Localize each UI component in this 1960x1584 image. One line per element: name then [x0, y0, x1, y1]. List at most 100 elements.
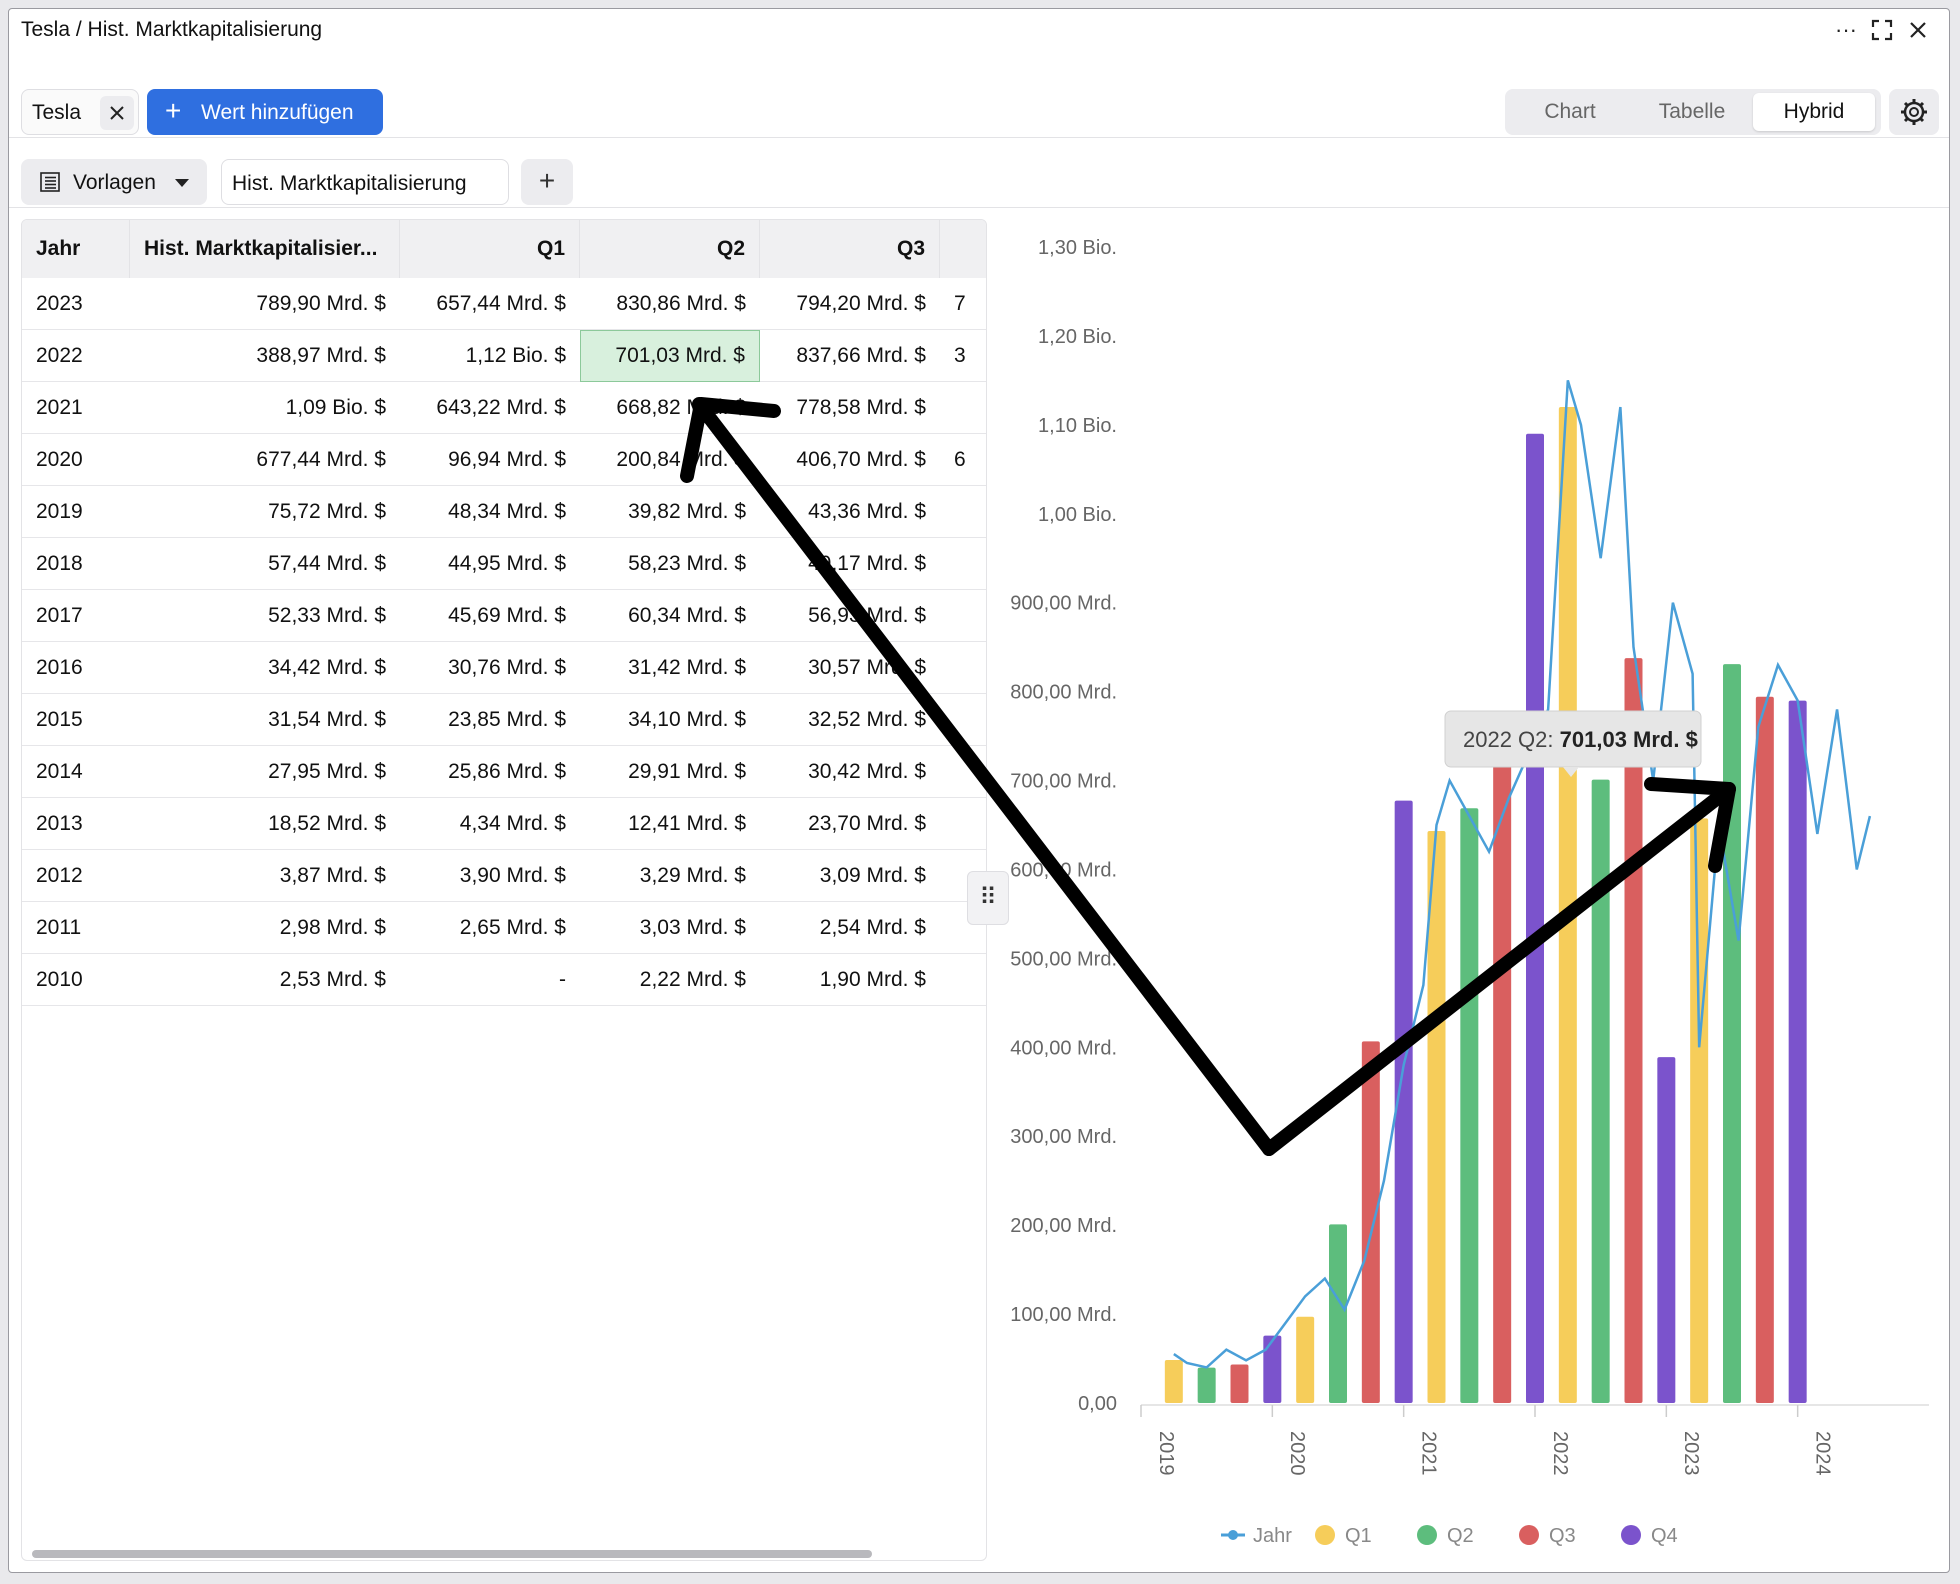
table-row[interactable]: 2014 27,95 Mrd. $25,86 Mrd. $29,91 Mrd. $… — [22, 746, 986, 798]
table-row[interactable]: 2012 3,87 Mrd. $3,90 Mrd. $3,29 Mrd. $3,0… — [22, 850, 986, 902]
entity-chip[interactable]: Tesla — [21, 89, 139, 135]
cell-year[interactable]: 2016 — [22, 642, 130, 694]
cell-total[interactable]: 2,53 Mrd. $ — [130, 954, 400, 1006]
cell-total[interactable]: 677,44 Mrd. $ — [130, 434, 400, 486]
legend-item-q4[interactable]: Q4 — [1621, 1525, 1678, 1547]
cell-year[interactable]: 2017 — [22, 590, 130, 642]
legend-item-jahr[interactable]: Jahr — [1221, 1525, 1292, 1547]
settings-button[interactable] — [1889, 89, 1939, 135]
more-icon[interactable]: ··· — [1831, 15, 1861, 45]
cell-year[interactable]: 2012 — [22, 850, 130, 902]
cell-q2[interactable]: 12,41 Mrd. $ — [580, 798, 760, 850]
cell-q4[interactable] — [940, 798, 986, 850]
cell-q2[interactable]: 29,91 Mrd. $ — [580, 746, 760, 798]
cell-q3[interactable]: 794,20 Mrd. $ — [760, 278, 940, 330]
legend-item-q3[interactable]: Q3 — [1519, 1525, 1576, 1547]
cell-q2[interactable]: 3,29 Mrd. $ — [580, 850, 760, 902]
cell-total[interactable]: 3,87 Mrd. $ — [130, 850, 400, 902]
cell-total[interactable]: 34,42 Mrd. $ — [130, 642, 400, 694]
bar-q4[interactable] — [1657, 1057, 1676, 1403]
cell-year[interactable]: 2014 — [22, 746, 130, 798]
add-value-button[interactable]: + Wert hinzufügen — [147, 89, 383, 135]
legend-item-q2[interactable]: Q2 — [1417, 1525, 1474, 1547]
cell-total[interactable]: 2,98 Mrd. $ — [130, 902, 400, 954]
cell-total[interactable]: 27,95 Mrd. $ — [130, 746, 400, 798]
cell-q1[interactable]: 25,86 Mrd. $ — [400, 746, 580, 798]
bar-q2[interactable] — [1329, 1224, 1347, 1403]
cell-q3[interactable]: 778,58 Mrd. $ — [760, 382, 940, 434]
cell-q1[interactable]: 23,85 Mrd. $ — [400, 694, 580, 746]
table-row[interactable]: 2016 34,42 Mrd. $30,76 Mrd. $31,42 Mrd. $… — [22, 642, 986, 694]
bar-q3[interactable] — [1624, 658, 1643, 1403]
cell-year[interactable]: 2011 — [22, 902, 130, 954]
cell-q1[interactable]: 657,44 Mrd. $ — [400, 278, 580, 330]
cell-q2[interactable]: 31,42 Mrd. $ — [580, 642, 760, 694]
cell-q1[interactable]: 2,65 Mrd. $ — [400, 902, 580, 954]
cell-q4[interactable]: 3 — [940, 330, 986, 382]
cell-total[interactable]: 57,44 Mrd. $ — [130, 538, 400, 590]
cell-q2[interactable]: 830,86 Mrd. $ — [580, 278, 760, 330]
cell-q2[interactable]: 39,82 Mrd. $ — [580, 486, 760, 538]
cell-year[interactable]: 2019 — [22, 486, 130, 538]
bar-q1[interactable] — [1558, 407, 1577, 1403]
cell-q1[interactable]: 96,94 Mrd. $ — [400, 434, 580, 486]
cell-year[interactable]: 2013 — [22, 798, 130, 850]
legend-item-q1[interactable]: Q1 — [1315, 1525, 1372, 1547]
cell-total[interactable]: 789,90 Mrd. $ — [130, 278, 400, 330]
cell-total[interactable]: 388,97 Mrd. $ — [130, 330, 400, 382]
bar-q1[interactable] — [1690, 818, 1709, 1403]
cell-q1[interactable]: 44,95 Mrd. $ — [400, 538, 580, 590]
bar-q2[interactable] — [1197, 1367, 1216, 1403]
cell-q3[interactable]: 32,52 Mrd. $ — [760, 694, 940, 746]
bar-q2[interactable] — [1591, 779, 1610, 1403]
cell-q4[interactable] — [940, 642, 986, 694]
bar-q3[interactable] — [1230, 1364, 1249, 1403]
cell-total[interactable]: 52,33 Mrd. $ — [130, 590, 400, 642]
column-header-q3[interactable]: Q3 — [760, 220, 940, 278]
cell-q2[interactable]: 200,84 Mrd. $ — [580, 434, 760, 486]
cell-q4[interactable] — [940, 538, 986, 590]
templates-dropdown[interactable]: Vorlagen — [21, 159, 207, 205]
cell-total[interactable]: 75,72 Mrd. $ — [130, 486, 400, 538]
column-header-q4[interactable] — [940, 220, 986, 278]
cell-year[interactable]: 2015 — [22, 694, 130, 746]
bar-q4[interactable] — [1263, 1335, 1282, 1403]
cell-year[interactable]: 2020 — [22, 434, 130, 486]
bar-q4[interactable] — [1526, 433, 1544, 1403]
table-row[interactable]: 2020 677,44 Mrd. $96,94 Mrd. $200,84 Mrd.… — [22, 434, 986, 486]
metric-chip[interactable]: Hist. Marktkapitalisierung — [221, 159, 509, 205]
cell-q1[interactable]: 3,90 Mrd. $ — [400, 850, 580, 902]
cell-q3[interactable]: 43,36 Mrd. $ — [760, 486, 940, 538]
cell-total[interactable]: 1,09 Bio. $ — [130, 382, 400, 434]
column-header-year[interactable]: Jahr — [22, 220, 130, 278]
table-row[interactable]: 2023 789,90 Mrd. $657,44 Mrd. $830,86 Mrd… — [22, 278, 986, 330]
view-tab-hybrid[interactable]: Hybrid — [1753, 93, 1875, 131]
cell-q3[interactable]: 1,90 Mrd. $ — [760, 954, 940, 1006]
cell-q4[interactable] — [940, 694, 986, 746]
cell-year[interactable]: 2022 — [22, 330, 130, 382]
column-header-q2[interactable]: Q2 — [580, 220, 760, 278]
cell-q4[interactable] — [940, 954, 986, 1006]
cell-q1[interactable]: 48,34 Mrd. $ — [400, 486, 580, 538]
table-row[interactable]: 2017 52,33 Mrd. $45,69 Mrd. $60,34 Mrd. $… — [22, 590, 986, 642]
cell-q2[interactable]: 3,03 Mrd. $ — [580, 902, 760, 954]
cell-q4[interactable] — [940, 486, 986, 538]
cell-q1[interactable]: 4,34 Mrd. $ — [400, 798, 580, 850]
cell-q4[interactable] — [940, 590, 986, 642]
cell-q2[interactable]: 701,03 Mrd. $ — [580, 330, 760, 382]
cell-q2[interactable]: 58,23 Mrd. $ — [580, 538, 760, 590]
cell-q3[interactable]: 56,93 Mrd. $ — [760, 590, 940, 642]
cell-q3[interactable]: 23,70 Mrd. $ — [760, 798, 940, 850]
cell-q4[interactable]: 7 — [940, 278, 986, 330]
close-icon[interactable] — [1903, 15, 1933, 45]
cell-q2[interactable]: 34,10 Mrd. $ — [580, 694, 760, 746]
table-row[interactable]: 2011 2,98 Mrd. $2,65 Mrd. $3,03 Mrd. $2,5… — [22, 902, 986, 954]
cell-q3[interactable]: 30,42 Mrd. $ — [760, 746, 940, 798]
bar-q2[interactable] — [1460, 808, 1479, 1403]
cell-year[interactable]: 2021 — [22, 382, 130, 434]
cell-year[interactable]: 2018 — [22, 538, 130, 590]
bar-q1[interactable] — [1164, 1360, 1183, 1403]
cell-q1[interactable]: 1,12 Bio. $ — [400, 330, 580, 382]
cell-q3[interactable]: 49,17 Mrd. $ — [760, 538, 940, 590]
cell-q4[interactable] — [940, 746, 986, 798]
